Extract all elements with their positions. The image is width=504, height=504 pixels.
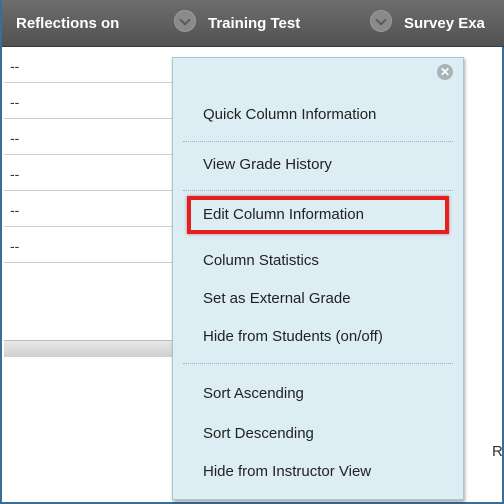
- table-row[interactable]: --: [4, 84, 172, 119]
- grade-cell[interactable]: --: [10, 166, 19, 182]
- grade-cell[interactable]: --: [10, 58, 19, 74]
- grade-cell[interactable]: --: [10, 94, 19, 110]
- menu-item-sort-ascending[interactable]: Sort Ascending: [203, 385, 304, 402]
- grade-cell[interactable]: --: [10, 202, 19, 218]
- column-header-training-test[interactable]: Training Test: [208, 15, 300, 32]
- table-row[interactable]: --: [4, 48, 172, 83]
- chevron-down-icon[interactable]: [174, 10, 196, 32]
- grade-cell[interactable]: --: [10, 238, 19, 254]
- menu-item-set-as-external-grade[interactable]: Set as External Grade: [203, 290, 351, 307]
- table-row[interactable]: --: [4, 228, 172, 263]
- grid-header: Reflections on Training Test Survey Exa: [2, 0, 504, 47]
- grade-center-frame: Reflections on Training Test Survey Exa …: [0, 0, 504, 504]
- menu-item-hide-from-instructor-view[interactable]: Hide from Instructor View: [203, 463, 371, 480]
- partial-text: R: [492, 443, 503, 460]
- menu-item-edit-column-information[interactable]: Edit Column Information: [203, 206, 364, 223]
- menu-divider: [183, 141, 453, 142]
- menu-item-quick-column-information[interactable]: Quick Column Information: [203, 106, 376, 123]
- menu-divider: [183, 363, 453, 364]
- grade-cell[interactable]: --: [10, 130, 19, 146]
- table-footer-bar: [4, 340, 174, 357]
- column-header-reflections[interactable]: Reflections on: [16, 15, 119, 32]
- menu-item-column-statistics[interactable]: Column Statistics: [203, 252, 319, 269]
- menu-item-hide-from-students[interactable]: Hide from Students (on/off): [203, 328, 383, 345]
- chevron-down-icon[interactable]: [370, 10, 392, 32]
- menu-item-sort-descending[interactable]: Sort Descending: [203, 425, 314, 442]
- menu-divider: [183, 190, 453, 191]
- close-icon[interactable]: ✕: [437, 64, 453, 80]
- table-row[interactable]: --: [4, 120, 172, 155]
- table-row[interactable]: --: [4, 192, 172, 227]
- menu-item-view-grade-history[interactable]: View Grade History: [203, 156, 332, 173]
- table-row[interactable]: --: [4, 156, 172, 191]
- column-context-menu: ✕ Quick Column Information View Grade Hi…: [172, 57, 464, 500]
- column-header-survey[interactable]: Survey Exa: [404, 15, 485, 32]
